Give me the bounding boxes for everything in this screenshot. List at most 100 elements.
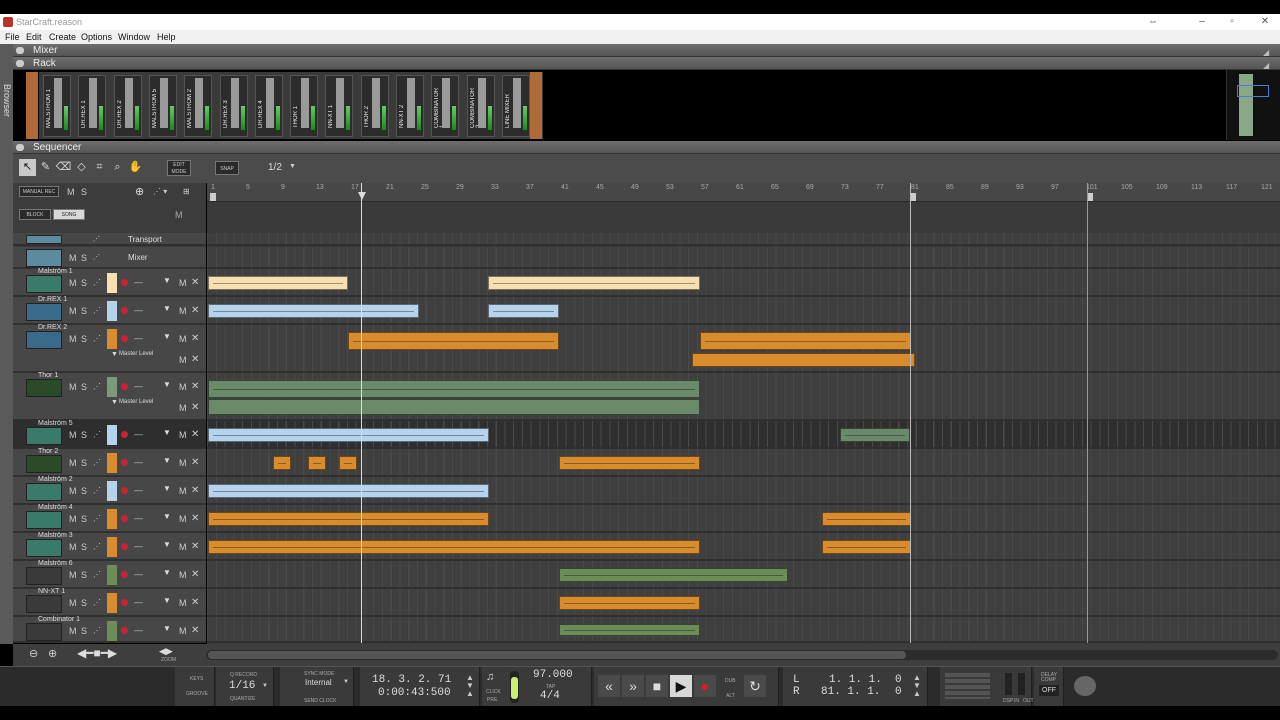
note-clip[interactable] — [559, 456, 700, 470]
track-color[interactable] — [107, 565, 117, 585]
track-lane[interactable] — [207, 297, 1280, 325]
track-dropdown-icon[interactable]: ▼ — [163, 456, 171, 465]
delete-lane-icon[interactable]: ✕ — [191, 597, 199, 608]
note-clip[interactable] — [488, 304, 559, 318]
device-thumbnail[interactable] — [26, 539, 62, 557]
delete-lane-icon[interactable]: ✕ — [191, 305, 199, 316]
delete-lane-icon[interactable]: ✕ — [191, 429, 199, 440]
detach-icon[interactable]: ◢ — [1263, 46, 1272, 57]
note-lane-mute[interactable]: M — [179, 430, 187, 440]
automation-expand-icon[interactable]: ▼ — [111, 351, 118, 358]
mute-button[interactable]: M — [69, 598, 77, 608]
fader-strip[interactable] — [512, 78, 521, 128]
record-enable-button[interactable] — [121, 279, 128, 286]
track-dropdown-icon[interactable]: ▼ — [163, 568, 171, 577]
menu-create[interactable]: Create — [49, 30, 76, 44]
track-color[interactable] — [107, 481, 117, 501]
lane-options-icon[interactable]: ⋰ — [93, 382, 101, 391]
lane-options-icon[interactable]: ⋰ — [93, 235, 100, 243]
song-button[interactable]: SONG — [53, 209, 85, 220]
note-lane-mute[interactable]: M — [179, 306, 187, 316]
solo-button[interactable]: S — [81, 430, 87, 440]
play-button[interactable]: ▶ — [670, 675, 692, 697]
fader-strip[interactable] — [159, 78, 168, 128]
automation-expand-icon[interactable]: ▼ — [111, 399, 118, 406]
track-header[interactable]: Malström 3 M S ⋰ — ▼ M ✕ — [13, 532, 206, 561]
lane-options-icon[interactable]: ⋰ — [93, 458, 101, 467]
rewind-button[interactable]: « — [598, 675, 620, 697]
note-clip[interactable] — [559, 596, 700, 610]
fader-strip[interactable] — [230, 78, 239, 128]
track-lane[interactable] — [207, 247, 1280, 269]
stop-button[interactable]: ■ — [646, 675, 668, 697]
solo-button[interactable]: S — [81, 278, 87, 288]
track-lane[interactable] — [207, 589, 1280, 617]
right-locator-value[interactable]: 81. 1. 1. — [821, 686, 880, 698]
rack-header[interactable]: Rack ◢ — [13, 57, 1280, 70]
metronome-icon[interactable]: ♫ — [486, 671, 494, 683]
manual-rec-button[interactable]: MANUAL REC — [19, 186, 59, 197]
track-options-icon[interactable]: ⋰ ▾ — [153, 187, 167, 196]
song-position-line[interactable] — [361, 183, 362, 643]
device-thumbnail[interactable] — [26, 427, 62, 445]
track-header[interactable]: Malström 2 M S ⋰ — ▼ M ✕ — [13, 476, 206, 505]
lane-options-icon[interactable]: ⋰ — [93, 598, 101, 607]
device-thumbnail[interactable] — [26, 275, 62, 293]
track-lane[interactable] — [207, 421, 1280, 449]
rack-module[interactable]: LINE MIXER — [501, 75, 530, 137]
delete-lane-icon[interactable]: ✕ — [191, 485, 199, 496]
minimize-button[interactable]: – — [1187, 14, 1217, 30]
track-header[interactable]: Thor 2 M S ⋰ — ▼ M ✕ — [13, 448, 206, 477]
track-header[interactable]: Malström 4 M S ⋰ — ▼ M ✕ — [13, 504, 206, 533]
track-header[interactable]: Malström 5 M S ⋰ — ▼ M ✕ — [13, 420, 206, 449]
device-thumbnail[interactable] — [26, 235, 62, 244]
note-clip[interactable] — [208, 512, 489, 526]
track-dropdown-icon[interactable]: ▼ — [163, 484, 171, 493]
mute-button[interactable]: M — [69, 334, 77, 344]
note-clip[interactable] — [348, 332, 559, 350]
device-thumbnail[interactable] — [26, 567, 62, 585]
resize-icon[interactable]: ⇔ — [1138, 14, 1168, 30]
device-thumbnail[interactable] — [26, 303, 62, 321]
mute-button[interactable]: M — [69, 542, 77, 552]
end-marker-line[interactable] — [1087, 183, 1088, 643]
track-dropdown-icon[interactable]: ▼ — [163, 276, 171, 285]
note-lane-mute[interactable]: M — [179, 514, 187, 524]
fast-forward-button[interactable]: » — [622, 675, 644, 697]
rack-module[interactable]: DR.REX 4 — [254, 75, 283, 137]
rack-module[interactable]: COMBINATOR 2 — [466, 75, 495, 137]
pre-label[interactable]: PRE — [487, 697, 497, 703]
track-header[interactable]: Mixer M S ⋰ — [13, 247, 206, 269]
pencil-tool-icon[interactable]: ✎ — [37, 159, 54, 176]
navigator-viewport[interactable] — [1237, 85, 1269, 97]
locator-stepper[interactable]: ▲ ▼ ▲ — [913, 674, 921, 698]
mute-button[interactable]: M — [69, 306, 77, 316]
track-lane[interactable] — [207, 561, 1280, 589]
track-header[interactable]: NN-XT 1 M S ⋰ — ▼ M ✕ — [13, 588, 206, 617]
sequencer-lanes[interactable] — [207, 202, 1280, 644]
device-thumbnail[interactable] — [26, 455, 62, 473]
track-color[interactable] — [107, 329, 117, 349]
mute-button[interactable]: M — [69, 514, 77, 524]
delete-lane-icon[interactable]: ✕ — [191, 333, 199, 344]
automation-clip[interactable] — [692, 353, 915, 367]
solo-button[interactable]: S — [81, 542, 87, 552]
track-lane[interactable] — [207, 269, 1280, 297]
magnify-tool-icon[interactable]: ⌕ — [109, 159, 126, 176]
zoom-arrows-icon[interactable]: ◀▶ — [159, 646, 173, 657]
device-thumbnail[interactable] — [26, 483, 62, 501]
delete-lane-icon[interactable]: ✕ — [191, 277, 199, 288]
rack-module[interactable]: DR.REX 3 — [219, 75, 248, 137]
left-locator-value[interactable]: 1. 1. 1. — [829, 674, 882, 686]
fader-strip[interactable] — [477, 78, 486, 128]
track-header[interactable]: Dr.REX 2 M S ⋰ — ▼ M ✕ ▼ Master Level M ✕ — [13, 324, 206, 373]
mute-button[interactable]: M — [69, 626, 77, 636]
rack-module[interactable]: NN-XT 2 — [396, 75, 424, 137]
position-stepper[interactable]: ▲ ▼ ▲ — [466, 674, 474, 698]
sync-dropdown-icon[interactable]: ▼ — [343, 679, 349, 685]
global-solo[interactable]: S — [81, 187, 87, 197]
delete-automation-icon[interactable]: ✕ — [191, 402, 199, 413]
record-button[interactable]: ● — [694, 675, 716, 697]
note-lane-mute[interactable]: M — [179, 458, 187, 468]
time-signature[interactable]: 4/4 — [540, 690, 560, 702]
